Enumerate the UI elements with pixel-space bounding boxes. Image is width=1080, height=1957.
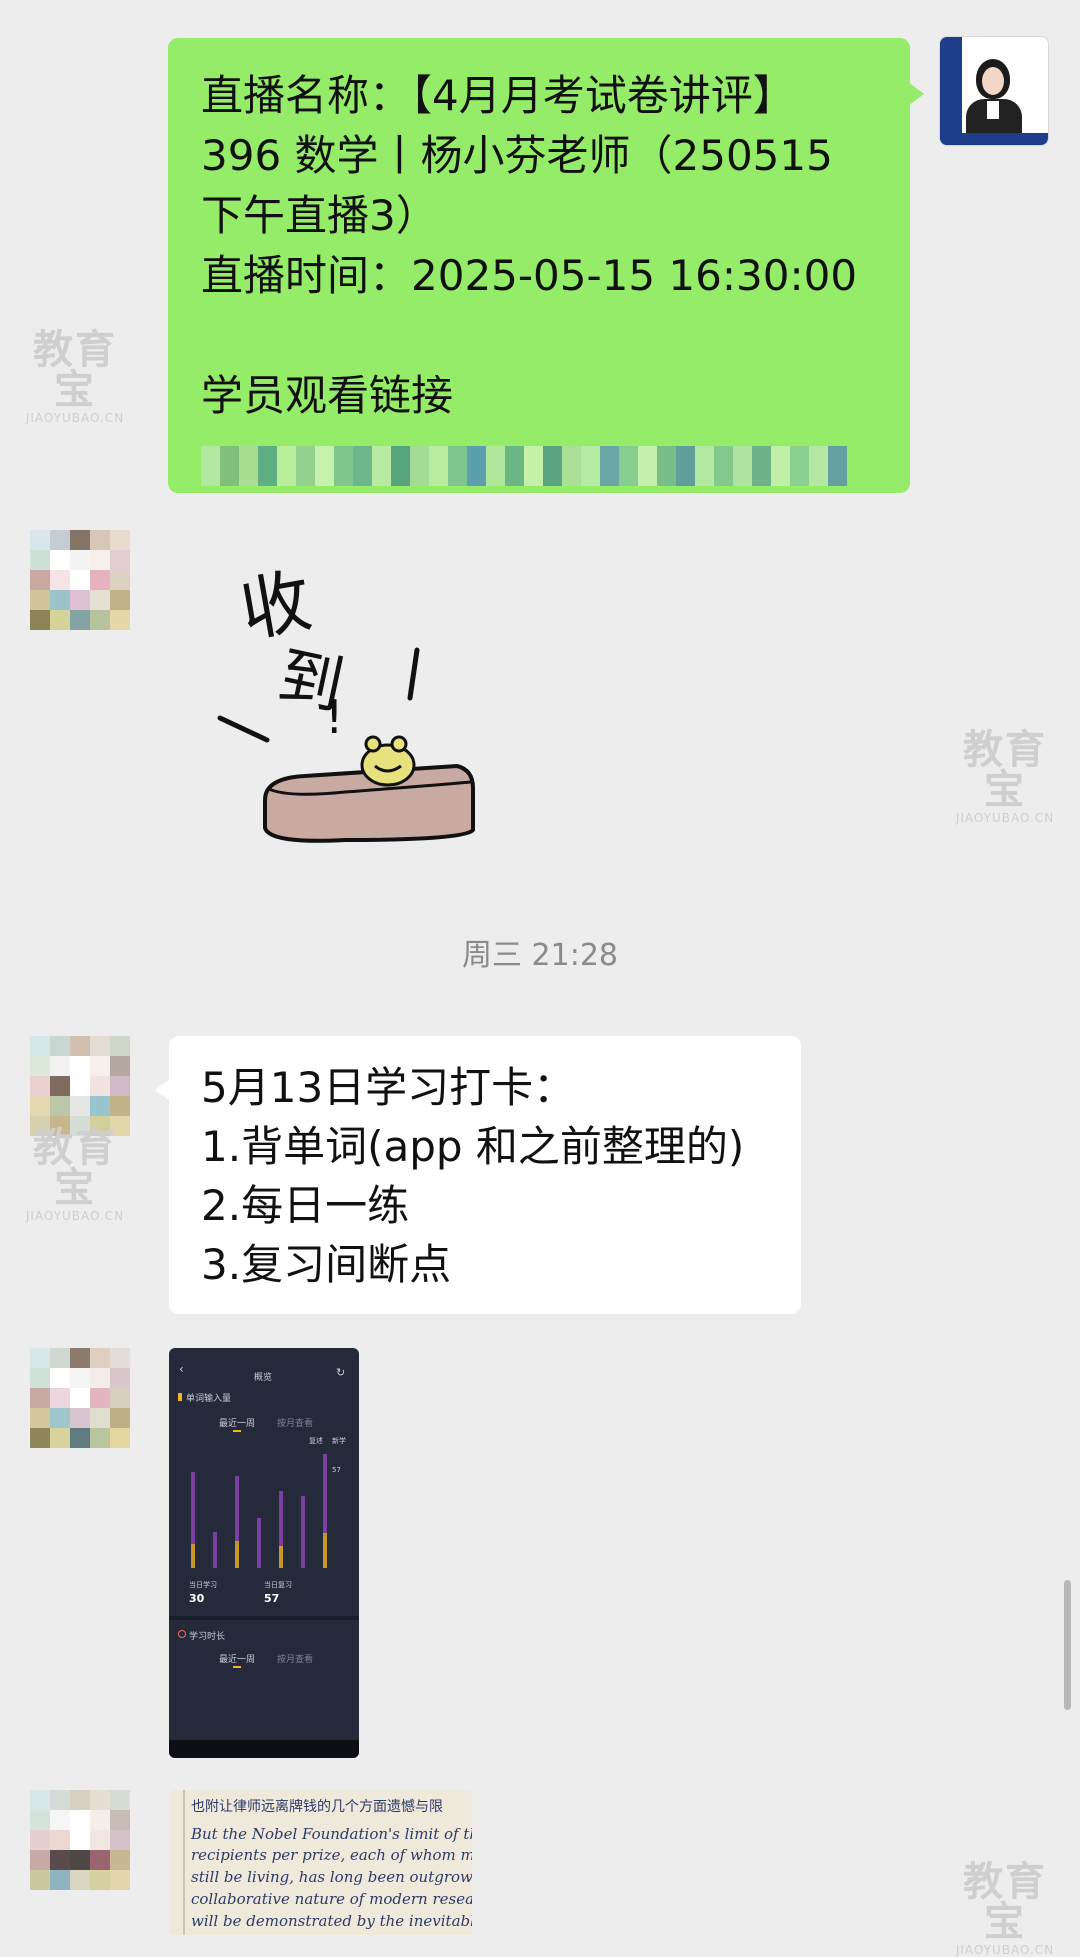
live-notice-bubble[interactable]: 直播名称：【4月月考试卷讲评】 396 数学丨杨小芬老师（250515 下午直播… (168, 38, 924, 493)
bar-purple (235, 1476, 239, 1541)
bar-purple (279, 1491, 283, 1546)
notebook-line-6: will be demonstrated by the inevitable r… (191, 1912, 472, 1930)
live-title-line-2: 396 数学丨杨小芬老师（250515 (201, 131, 833, 180)
tab-indicator-2 (233, 1666, 241, 1668)
watermark: 教育宝 JIAOYUBAO.CN (25, 327, 125, 425)
notebook-line-5: collaborative nature of modern research-… (191, 1890, 472, 1908)
tab-month-2: 按月查看 (277, 1655, 314, 1665)
bar-purple (323, 1454, 327, 1533)
checkin-bubble[interactable]: 5月13日学习打卡： 1.背单词(app 和之前整理的) 2.每日一练 3.复习… (155, 1036, 801, 1314)
stat1-label: 当日学习 (189, 1581, 217, 1589)
contact-avatar-2[interactable] (30, 1036, 130, 1136)
legend-b: 新学 (332, 1437, 346, 1445)
bar-purple (257, 1518, 261, 1568)
clock-icon (178, 1630, 186, 1638)
notebook-line-1: 也附让律师远离牌钱的几个方面遗憾与限 (191, 1799, 443, 1815)
watermark-2: 教育宝 JIAOYUBAO.CN (955, 727, 1055, 825)
stat1-value: 30 (189, 1592, 205, 1605)
tab-week: 最近一周 (219, 1419, 256, 1429)
live-title-line-3: 下午直播3） (201, 191, 438, 240)
notebook-line-3: recipients per prize, each of whom must (191, 1846, 472, 1864)
bar-top-label: 57 (332, 1466, 341, 1474)
sticker-exclaim: ! (325, 690, 344, 744)
bar-purple (191, 1472, 195, 1544)
contact-avatar-3[interactable] (30, 1348, 130, 1448)
received-sticker[interactable]: 收 到 ! (195, 530, 495, 850)
contact-avatar[interactable] (30, 530, 130, 630)
back-icon: ‹ (179, 1362, 184, 1376)
section1-title: 单词输入量 (186, 1394, 232, 1404)
legend-a: 复述 (309, 1437, 323, 1445)
live-title-line: 直播名称：【4月月考试卷讲评】 (201, 71, 795, 120)
contact-avatar-4[interactable] (30, 1790, 130, 1890)
app-screenshot-image[interactable]: ‹ 概览 ↻ 单词输入量 最近一周 按月查看 复述 新学 57 当日学习 30 … (169, 1348, 359, 1758)
checkin-line-3: 2.每日一练 (201, 1181, 410, 1230)
watch-link-label: 学员观看链接 (201, 371, 454, 420)
pixelated-link[interactable] (201, 446, 880, 486)
bar-purple (213, 1532, 217, 1568)
bar-yellow (235, 1541, 239, 1568)
section-marker-icon (178, 1393, 182, 1401)
bar-yellow (191, 1544, 195, 1568)
scrollbar-thumb[interactable] (1064, 1580, 1071, 1710)
notebook-photo-image[interactable]: 也附让律师远离牌钱的几个方面遗憾与限 But the Nobel Foundat… (169, 1790, 472, 1935)
watermark-4: 教育宝 JIAOYUBAO.CN (955, 1859, 1055, 1957)
bar-chart (185, 1454, 345, 1568)
stat2-label: 当日复习 (264, 1581, 292, 1589)
self-avatar[interactable] (939, 36, 1049, 146)
bar-yellow (279, 1546, 283, 1568)
app-title: 概览 (254, 1373, 273, 1383)
notebook-line-2: But the Nobel Foundation's limit of thre… (191, 1825, 472, 1843)
notebook-line-4: still be living, has long been outgrown … (191, 1868, 472, 1886)
tab-month: 按月查看 (277, 1419, 314, 1429)
live-time-line: 直播时间：2025-05-15 16:30:00 (201, 251, 858, 300)
stat2-value: 57 (264, 1592, 280, 1605)
notebook-margin (183, 1790, 185, 1935)
checkin-line-1: 5月13日学习打卡： (201, 1063, 576, 1112)
tab-week-2: 最近一周 (219, 1655, 256, 1665)
tab-indicator (233, 1430, 241, 1432)
bottom-nav-bar (169, 1740, 359, 1758)
refresh-icon: ↻ (336, 1366, 346, 1379)
section2-title: 学习时长 (189, 1632, 226, 1642)
checkin-line-4: 3.复习间断点 (201, 1240, 452, 1289)
watermark-3: 教育宝 JIAOYUBAO.CN (25, 1125, 125, 1223)
checkin-line-2: 1.背单词(app 和之前整理的) (201, 1122, 745, 1171)
divider (169, 1616, 359, 1620)
chat-timestamp: 周三 21:28 (462, 938, 618, 973)
bar-yellow (323, 1533, 327, 1568)
bar-purple (301, 1496, 305, 1568)
